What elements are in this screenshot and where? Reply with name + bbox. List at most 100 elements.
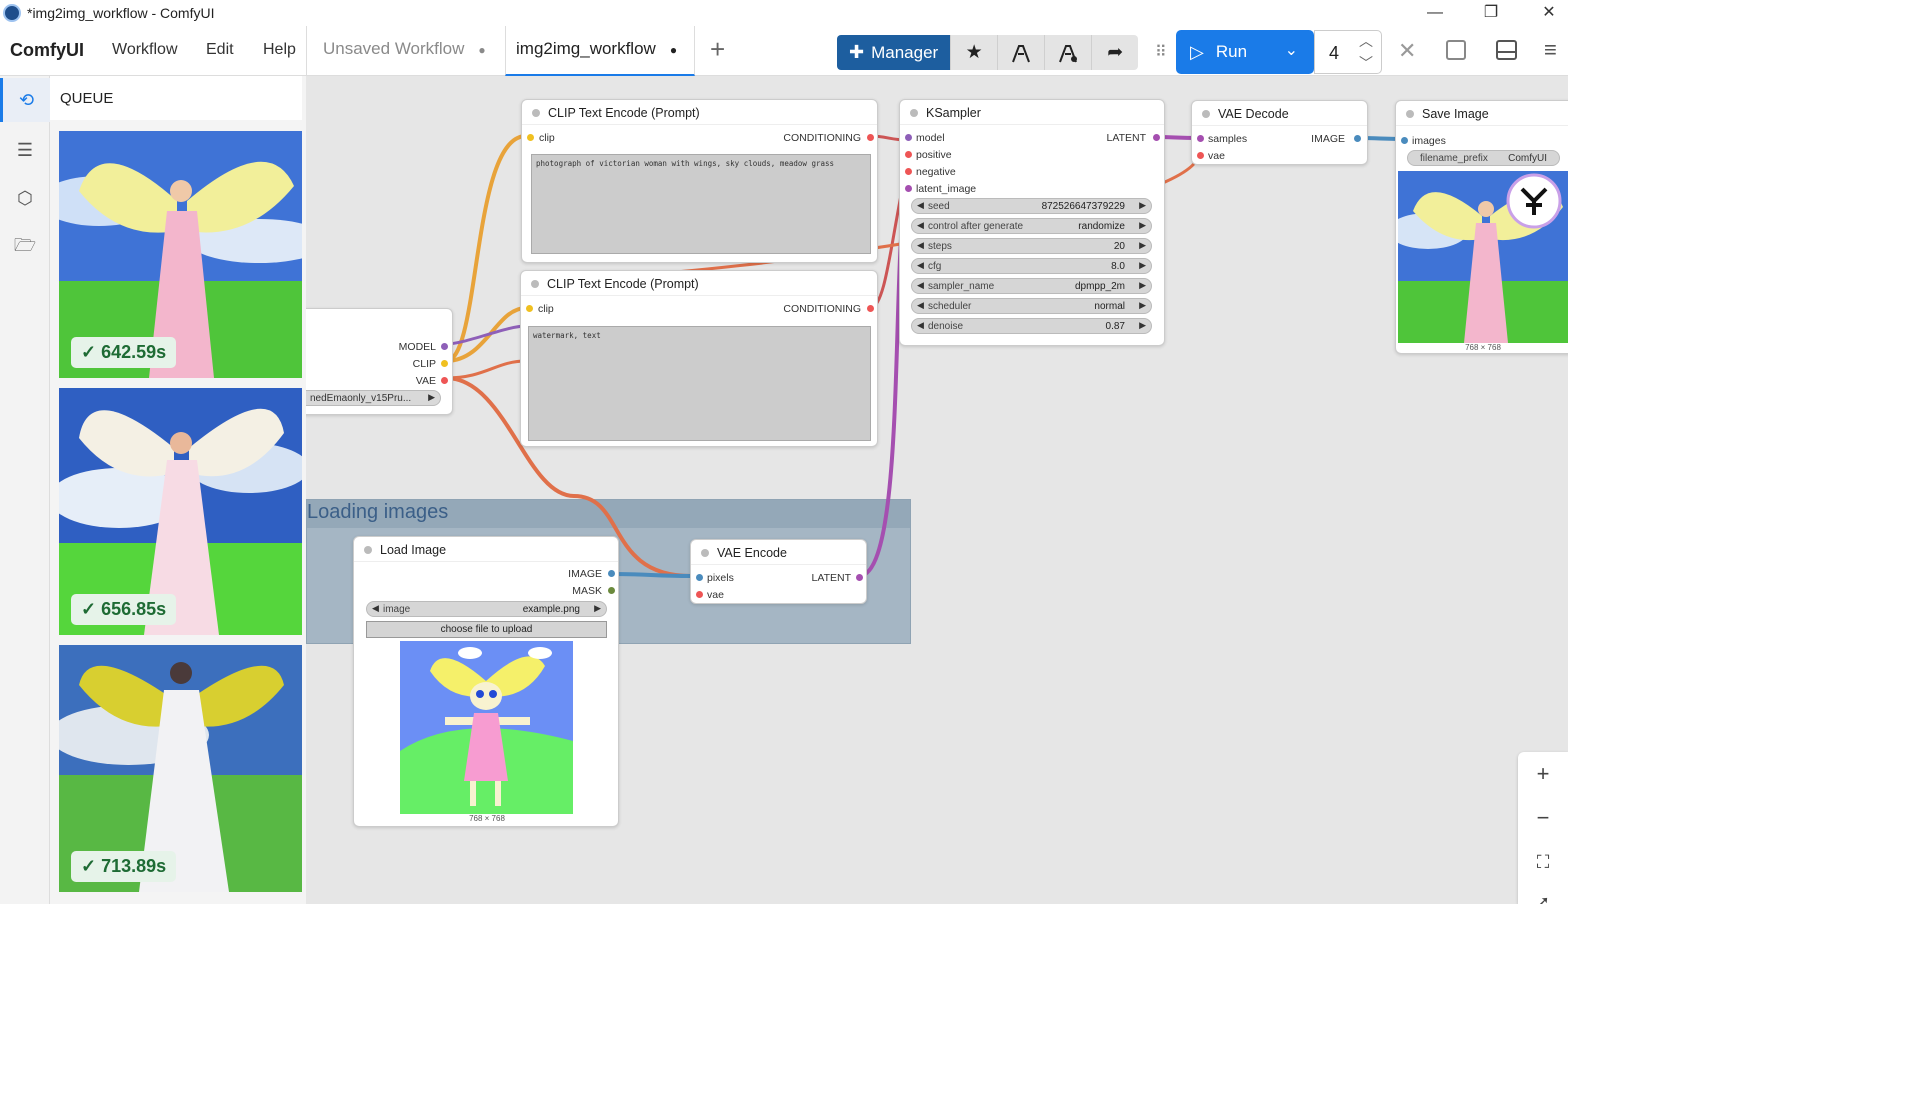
- output-preview-image[interactable]: [1398, 171, 1568, 343]
- fit-view-icon[interactable]: ⛶: [1518, 840, 1568, 884]
- batch-count-input[interactable]: 4 ︿ ﹀: [1314, 30, 1382, 74]
- workflows-folder-icon[interactable]: 🗁: [0, 226, 50, 270]
- next-arrow-icon[interactable]: ▶: [594, 603, 601, 614]
- control-after-generate-widget[interactable]: ◀ control after generate randomize ▶: [911, 218, 1152, 234]
- increment-arrow-icon[interactable]: ▶: [1139, 320, 1146, 331]
- previous-arrow-icon[interactable]: ◀: [372, 603, 379, 614]
- decrement-arrow-icon[interactable]: ◀: [917, 260, 924, 271]
- clip-text-encode-positive-node[interactable]: CLIP Text Encode (Prompt) clip CONDITION…: [521, 99, 878, 263]
- denoise-widget[interactable]: ◀ denoise 0.87 ▶: [911, 318, 1152, 334]
- zoom-in-icon[interactable]: +: [1518, 752, 1568, 796]
- node-title[interactable]: KSampler: [900, 100, 1164, 125]
- workflow-export-icon[interactable]: [1044, 35, 1092, 70]
- decrement-arrow-icon[interactable]: ◀: [917, 280, 924, 291]
- image-select-widget[interactable]: ◀ image example.png ▶: [366, 601, 607, 617]
- save-image-node[interactable]: Save Image images filename_prefix ComfyU…: [1395, 100, 1568, 354]
- increment-arrow-icon[interactable]: ▶: [1139, 300, 1146, 311]
- toggle-links-icon[interactable]: ➚: [1518, 880, 1568, 904]
- model-output-dot[interactable]: [441, 343, 448, 350]
- vae-encode-node[interactable]: VAE Encode pixels vae LATENT: [690, 539, 867, 604]
- conditioning-output-dot[interactable]: [867, 305, 874, 312]
- model-library-icon[interactable]: ⬡: [0, 176, 50, 220]
- increment-chevron-icon[interactable]: ︿: [1359, 31, 1373, 51]
- star-icon[interactable]: ★: [950, 35, 998, 70]
- positive-input-dot[interactable]: [905, 151, 912, 158]
- focus-mode-icon[interactable]: [1446, 40, 1466, 60]
- close-window-button[interactable]: ✕: [1534, 2, 1564, 24]
- images-input-dot[interactable]: [1401, 137, 1408, 144]
- vae-output-dot[interactable]: [441, 377, 448, 384]
- latent-input-dot[interactable]: [905, 185, 912, 192]
- node-title[interactable]: VAE Encode: [691, 540, 866, 565]
- manager-button[interactable]: ✚ Manager: [837, 35, 951, 70]
- restore-button[interactable]: ❐: [1476, 2, 1506, 24]
- ksampler-node[interactable]: KSampler model positive negative latent_…: [899, 99, 1165, 346]
- decrement-arrow-icon[interactable]: ◀: [917, 200, 924, 211]
- drag-handle-icon[interactable]: ⠿: [1155, 42, 1167, 62]
- zoom-out-icon[interactable]: −: [1518, 796, 1568, 840]
- brand-logo[interactable]: ComfyUI: [10, 40, 84, 61]
- decrement-arrow-icon[interactable]: ◀: [917, 320, 924, 331]
- clip-input-dot[interactable]: [527, 134, 534, 141]
- input-preview-image[interactable]: [400, 641, 573, 814]
- prompt-textarea[interactable]: photograph of victorian woman with wings…: [531, 154, 871, 254]
- node-title[interactable]: CLIP Text Encode (Prompt): [522, 100, 877, 125]
- increment-arrow-icon[interactable]: ▶: [1139, 240, 1146, 251]
- increment-arrow-icon[interactable]: ▶: [1139, 280, 1146, 291]
- scheduler-widget[interactable]: ◀ scheduler normal ▶: [911, 298, 1152, 314]
- increment-arrow-icon[interactable]: ▶: [1139, 220, 1146, 231]
- latent-output-dot[interactable]: [1153, 134, 1160, 141]
- menu-edit[interactable]: Edit: [206, 41, 234, 59]
- decrement-arrow-icon[interactable]: ◀: [917, 220, 924, 231]
- model-input-dot[interactable]: [905, 134, 912, 141]
- load-image-node[interactable]: Load Image IMAGE MASK ◀ image example.png ▶…: [353, 536, 619, 827]
- seed-widget[interactable]: ◀ seed 872526647379229 ▶: [911, 198, 1152, 214]
- add-tab-button[interactable]: +: [710, 36, 725, 62]
- tab-img2img-workflow[interactable]: img2img_workflow ●: [505, 26, 695, 76]
- run-button[interactable]: ▷ Run ⌄: [1176, 30, 1314, 74]
- run-dropdown-chevron-icon[interactable]: ⌄: [1285, 40, 1298, 60]
- node-title[interactable]: Save Image: [1396, 101, 1568, 126]
- queue-result-thumbnail[interactable]: ✓ 656.85s: [59, 388, 302, 635]
- cancel-run-icon[interactable]: ✕: [1398, 38, 1416, 64]
- filename-prefix-widget[interactable]: filename_prefix ComfyUI: [1407, 150, 1560, 166]
- vae-input-dot[interactable]: [1197, 152, 1204, 159]
- node-title[interactable]: Load Image: [354, 537, 618, 562]
- samples-input-dot[interactable]: [1197, 135, 1204, 142]
- prompt-textarea[interactable]: watermark, text: [528, 326, 871, 441]
- menu-help[interactable]: Help: [263, 41, 296, 59]
- choose-file-upload-button[interactable]: choose file to upload: [366, 621, 607, 638]
- workflow-share-icon[interactable]: [997, 35, 1045, 70]
- sampler-name-widget[interactable]: ◀ sampler_name dpmpp_2m ▶: [911, 278, 1152, 294]
- node-title[interactable]: CLIP Text Encode (Prompt): [521, 271, 877, 296]
- share-arrow-icon[interactable]: ➦: [1091, 35, 1139, 70]
- queue-result-thumbnail[interactable]: ✓ 713.89s: [59, 645, 302, 892]
- queue-history-icon[interactable]: ⟲: [0, 78, 50, 122]
- checkpoint-loader-node[interactable]: MODEL CLIP VAE nedEmaonly_v15Pru... ▶: [306, 308, 453, 415]
- conditioning-output-dot[interactable]: [867, 134, 874, 141]
- menu-workflow[interactable]: Workflow: [112, 41, 178, 59]
- clip-output-dot[interactable]: [441, 360, 448, 367]
- decrement-arrow-icon[interactable]: ◀: [917, 240, 924, 251]
- increment-arrow-icon[interactable]: ▶: [1139, 200, 1146, 211]
- hamburger-menu-icon[interactable]: ≡: [1544, 37, 1557, 63]
- clip-text-encode-negative-node[interactable]: CLIP Text Encode (Prompt) clip CONDITION…: [520, 270, 878, 447]
- negative-input-dot[interactable]: [905, 168, 912, 175]
- node-library-icon[interactable]: ☰: [0, 128, 50, 172]
- steps-widget[interactable]: ◀ steps 20 ▶: [911, 238, 1152, 254]
- vae-input-dot[interactable]: [696, 591, 703, 598]
- decrement-chevron-icon[interactable]: ﹀: [1359, 53, 1373, 73]
- vae-decode-node[interactable]: VAE Decode samples vae IMAGE: [1191, 100, 1368, 165]
- increment-arrow-icon[interactable]: ▶: [1139, 260, 1146, 271]
- mask-output-dot[interactable]: [608, 587, 615, 594]
- decrement-arrow-icon[interactable]: ◀: [917, 300, 924, 311]
- pixels-input-dot[interactable]: [696, 574, 703, 581]
- ckpt-name-widget[interactable]: nedEmaonly_v15Pru... ▶: [306, 390, 441, 406]
- latent-output-dot[interactable]: [856, 574, 863, 581]
- minimize-button[interactable]: —: [1420, 2, 1450, 24]
- image-output-dot[interactable]: [608, 570, 615, 577]
- tab-unsaved-workflow[interactable]: Unsaved Workflow ●: [306, 26, 504, 76]
- node-title[interactable]: VAE Decode: [1192, 101, 1367, 126]
- image-output-dot[interactable]: [1354, 135, 1361, 142]
- clip-input-dot[interactable]: [526, 305, 533, 312]
